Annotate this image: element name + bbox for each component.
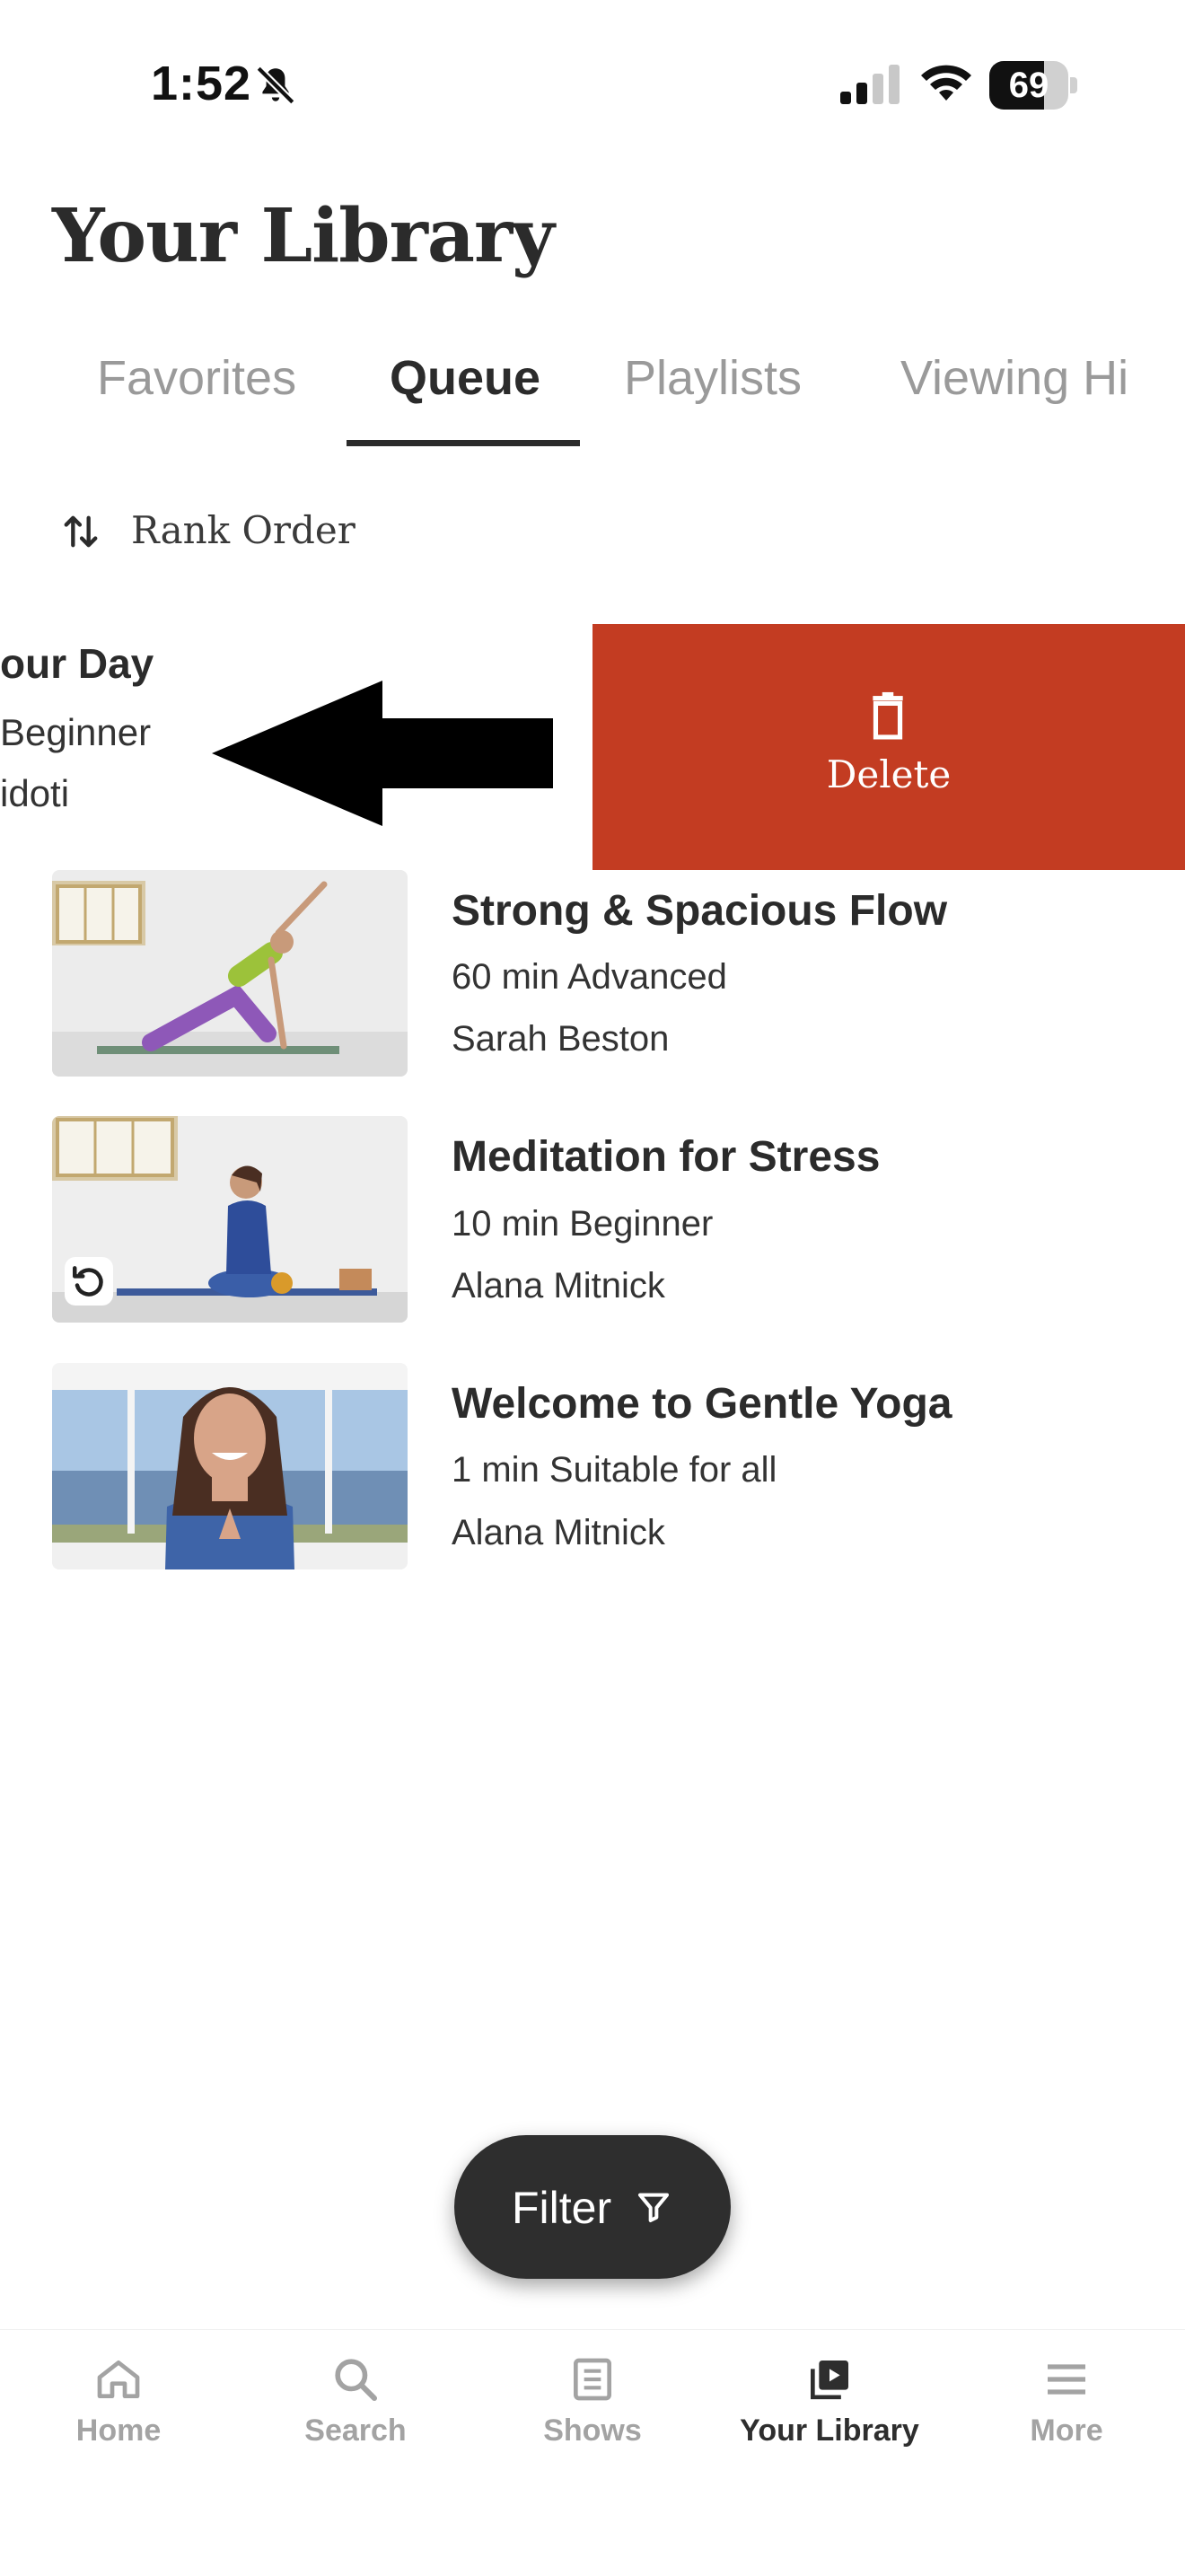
item-thumbnail[interactable]: [52, 1363, 408, 1569]
swiped-item-meta: Beginner: [0, 711, 152, 753]
nav-shows[interactable]: Shows: [485, 2354, 700, 2449]
tab-favorites[interactable]: Favorites: [97, 350, 296, 406]
search-icon: [335, 2359, 378, 2402]
nav-label: Shows: [543, 2413, 642, 2448]
nav-search[interactable]: Search: [248, 2354, 463, 2449]
signal-icon: [840, 65, 900, 104]
battery-level: 69: [1008, 66, 1049, 105]
item-instructor: Alana Mitnick: [452, 1266, 665, 1306]
item-meta: 60 min Advanced: [452, 957, 727, 997]
nav-label: Search: [304, 2413, 407, 2448]
menu-icon: [1048, 2364, 1085, 2395]
delete-label: Delete: [826, 752, 952, 796]
swiped-item-instructor: idoti: [0, 772, 70, 814]
nav-label: Home: [75, 2413, 162, 2448]
funnel-icon: [638, 2193, 669, 2222]
page-title: Your Library: [52, 193, 555, 279]
library-icon: [811, 2361, 848, 2400]
item-meta: 10 min Beginner: [452, 1204, 714, 1244]
item-instructor: Sarah Beston: [452, 1019, 670, 1059]
wifi-icon: [921, 65, 971, 101]
item-title[interactable]: Welcome to Gentle Yoga: [452, 1379, 952, 1429]
active-tab-indicator: [347, 440, 580, 446]
home-icon: [97, 2361, 140, 2398]
nav-more[interactable]: More: [959, 2354, 1174, 2449]
replay-icon: [73, 1266, 103, 1297]
status-time: 1:52: [151, 57, 252, 110]
bell-muted-icon: [256, 66, 295, 105]
nav-label: More: [1030, 2413, 1103, 2448]
battery-indicator: 69: [989, 61, 1079, 110]
item-title[interactable]: Meditation for Stress: [452, 1132, 880, 1182]
trash-icon: [873, 691, 903, 740]
item-title[interactable]: Strong & Spacious Flow: [452, 886, 947, 936]
item-meta: 1 min Suitable for all: [452, 1450, 777, 1490]
sort-arrows-icon[interactable]: [57, 508, 104, 555]
tab-viewing-history[interactable]: Viewing Hi: [900, 350, 1136, 406]
item-thumbnail[interactable]: [52, 870, 408, 1077]
sort-label[interactable]: Rank Order: [131, 508, 356, 552]
replay-badge: [65, 1257, 113, 1306]
nav-home[interactable]: Home: [11, 2354, 226, 2449]
tab-queue[interactable]: Queue: [390, 350, 540, 406]
left-arrow-icon: [212, 681, 553, 826]
nav-your-library[interactable]: Your Library: [722, 2354, 937, 2449]
tab-playlists[interactable]: Playlists: [624, 350, 802, 406]
filter-label: Filter: [512, 2183, 612, 2233]
nav-label: Your Library: [740, 2413, 919, 2448]
item-instructor: Alana Mitnick: [452, 1513, 665, 1552]
shows-icon: [574, 2358, 611, 2401]
delete-button[interactable]: [592, 624, 1185, 870]
swiped-item-title: our Day: [0, 640, 154, 687]
